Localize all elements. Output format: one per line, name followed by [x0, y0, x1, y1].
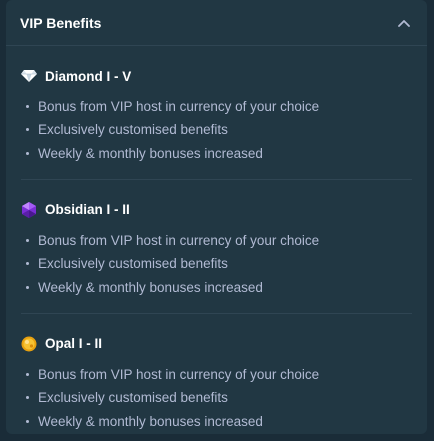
benefit-text: Exclusively customised benefits	[38, 390, 228, 406]
tier-name: Diamond I - V	[45, 68, 132, 84]
vip-benefits-panel: VIP Benefits Diamond I - V Bonus from VI…	[6, 0, 427, 434]
list-item: Weekly & monthly bonuses increased	[21, 409, 412, 432]
opal-gem-icon	[21, 336, 37, 352]
list-item: Exclusively customised benefits	[21, 252, 412, 275]
tier-name: Opal I - II	[45, 336, 103, 352]
list-item: Weekly & monthly bonuses increased	[21, 142, 412, 165]
benefit-text: Bonus from VIP host in currency of your …	[38, 233, 320, 249]
list-item: Exclusively customised benefits	[21, 386, 412, 409]
list-item: Bonus from VIP host in currency of your …	[21, 229, 412, 252]
bullet	[26, 285, 29, 289]
list-item: Weekly & monthly bonuses increased	[21, 275, 412, 298]
benefit-text: Bonus from VIP host in currency of your …	[38, 99, 320, 115]
list-item: Bonus from VIP host in currency of your …	[21, 95, 412, 118]
tier-diamond: Diamond I - V Bonus from VIP host in cur…	[6, 46, 427, 180]
tier-opal: Opal I - II Bonus from VIP host in curre…	[6, 314, 427, 434]
bullet	[26, 128, 29, 132]
benefit-text: Weekly & monthly bonuses increased	[38, 279, 263, 295]
panel-title: VIP Benefits	[20, 14, 102, 31]
bullet	[26, 239, 29, 243]
list-item: Exclusively customised benefits	[21, 118, 412, 141]
benefit-text: Weekly & monthly bonuses increased	[38, 145, 263, 161]
list-item: Bonus from VIP host in currency of your …	[21, 363, 412, 386]
bullet	[26, 151, 29, 155]
bullet	[26, 419, 29, 423]
obsidian-gem-icon	[21, 201, 37, 218]
diamond-icon	[21, 68, 37, 84]
benefit-text: Weekly & monthly bonuses increased	[38, 413, 263, 429]
bullet	[26, 396, 29, 400]
tier-obsidian: Obsidian I - II Bonus from VIP host in c…	[6, 180, 427, 314]
benefit-text: Bonus from VIP host in currency of your …	[38, 366, 320, 382]
vip-benefits-header[interactable]: VIP Benefits	[6, 0, 427, 46]
bullet	[26, 262, 29, 266]
bullet	[26, 105, 29, 109]
tier-name: Obsidian I - II	[45, 202, 130, 218]
bullet	[26, 372, 29, 376]
benefit-text: Exclusively customised benefits	[38, 256, 228, 272]
chevron-up-icon[interactable]	[397, 16, 411, 30]
benefit-text: Exclusively customised benefits	[38, 122, 228, 138]
